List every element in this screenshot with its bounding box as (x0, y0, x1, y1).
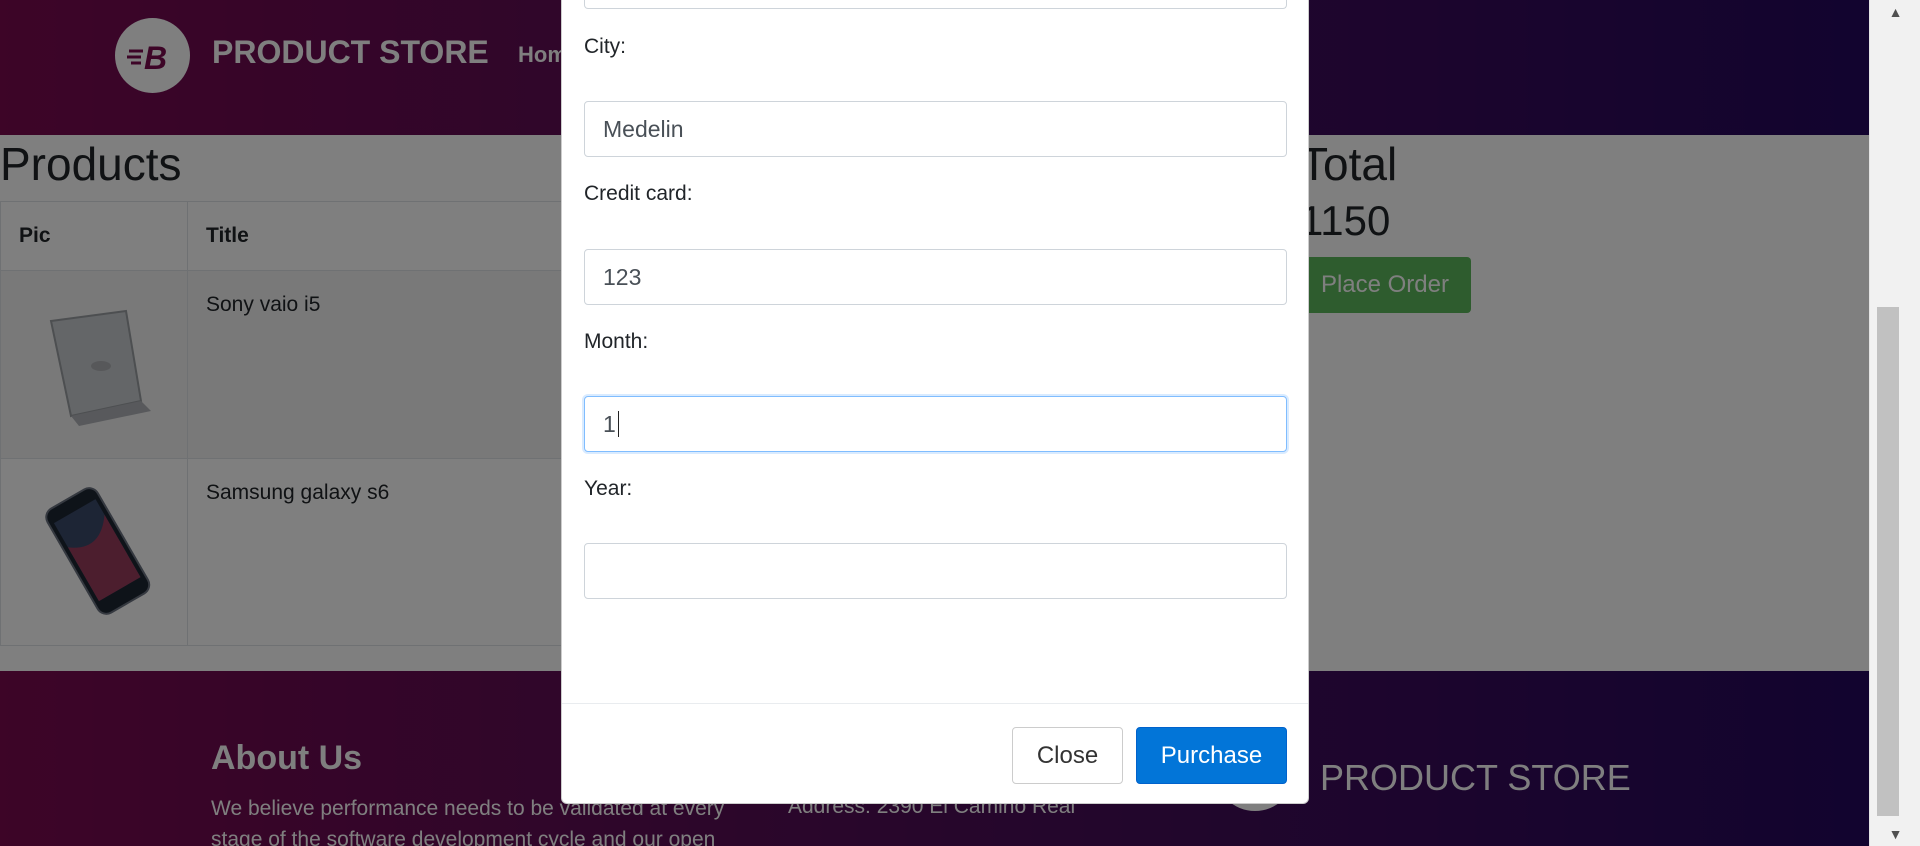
scroll-down-arrow-icon[interactable]: ▼ (1870, 824, 1920, 844)
month-input[interactable]: 1 (584, 396, 1287, 452)
purchase-button[interactable]: Purchase (1136, 727, 1287, 784)
text-caret (617, 411, 619, 437)
scroll-thumb[interactable] (1877, 307, 1899, 816)
year-input[interactable] (584, 543, 1287, 599)
month-input-value: 1 (603, 410, 616, 437)
city-input-value: Medelin (603, 115, 684, 142)
credit-card-input-value: 123 (603, 263, 642, 290)
month-label: Month: (584, 330, 649, 353)
city-label: City: (584, 35, 626, 58)
country-field[interactable] (584, 0, 1287, 9)
year-label: Year: (584, 477, 633, 500)
order-modal: City: Medelin Credit card: 123 Month: 1 … (561, 0, 1309, 804)
vertical-scrollbar[interactable]: ▲ ▼ (1869, 0, 1920, 846)
credit-card-label: Credit card: (584, 182, 693, 205)
close-button[interactable]: Close (1012, 727, 1123, 784)
scroll-up-arrow-icon[interactable]: ▲ (1870, 2, 1920, 22)
modal-footer-divider (562, 703, 1308, 704)
city-input[interactable]: Medelin (584, 101, 1287, 157)
credit-card-input[interactable]: 123 (584, 249, 1287, 305)
